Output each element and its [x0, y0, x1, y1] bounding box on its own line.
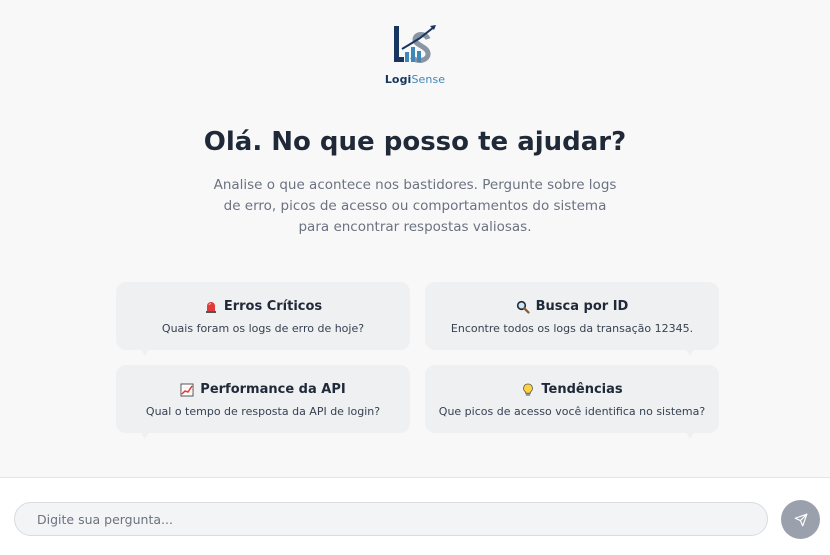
suggestion-card-performance-da-api[interactable]: Performance da API Qual o tempo de respo… [116, 365, 410, 433]
chart-increasing-icon [180, 383, 194, 396]
magnifier-icon [516, 300, 530, 314]
suggestion-description: Encontre todos os logs da transação 1234… [450, 322, 694, 335]
suggestion-title: Busca por ID [535, 299, 629, 314]
siren-icon [205, 301, 216, 313]
composer-bar [0, 477, 830, 555]
send-button[interactable] [781, 500, 820, 539]
suggestion-card-tendencias[interactable]: Tendências Que picos de acesso você iden… [425, 365, 719, 433]
lightbulb-icon [523, 383, 534, 396]
suggestion-title: Tendências [541, 382, 623, 397]
page-subtitle: Analise o que acontece nos bastidores. P… [213, 177, 617, 235]
brand-logo: LogiSense [0, 22, 830, 86]
suggestion-description: Quais foram os logs de erro de hoje? [161, 322, 365, 335]
suggestion-card-busca-por-id[interactable]: Busca por ID Encontre todos os logs da t… [425, 282, 719, 350]
question-input[interactable] [14, 502, 768, 536]
suggestion-description: Que picos de acesso você identifica no s… [438, 405, 706, 418]
send-icon [794, 513, 807, 526]
page-title: Olá. No que posso te ajudar? [203, 127, 627, 157]
suggestion-title: Erros Críticos [223, 299, 323, 314]
logisense-logo-icon [394, 25, 436, 63]
suggestion-title: Performance da API [200, 382, 346, 397]
suggestion-card-erros-criticos[interactable]: Erros Críticos Quais foram os logs de er… [116, 282, 410, 350]
brand-name: LogiSense [384, 73, 446, 86]
suggestion-description: Qual o tempo de resposta da API de login… [145, 405, 381, 418]
